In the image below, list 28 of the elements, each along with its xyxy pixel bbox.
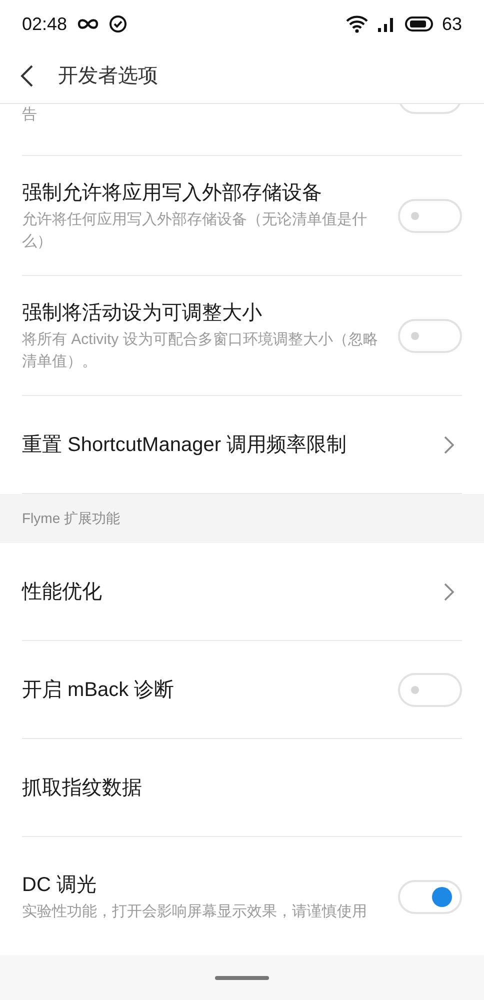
toggle-switch[interactable] bbox=[398, 198, 462, 232]
battery-level: 63 bbox=[442, 12, 462, 36]
section-heading: Flyme 扩展功能 bbox=[22, 509, 120, 528]
toggle-switch[interactable] bbox=[398, 318, 462, 352]
setting-description: 告 bbox=[22, 105, 37, 125]
setting-description: 实验性功能，打开会影响屏幕显示效果，请谨慎使用 bbox=[22, 902, 368, 922]
setting-description: 允许将任何应用写入外部存储设备（无论清单值是什么） bbox=[22, 210, 368, 252]
page-title: 开发者选项 bbox=[58, 64, 158, 88]
setting-title[interactable]: DC 调光 bbox=[22, 870, 382, 898]
signal-icon bbox=[376, 15, 396, 33]
battery-icon bbox=[404, 16, 434, 32]
back-icon[interactable] bbox=[20, 64, 34, 88]
setting-description: 将所有 Activity 设为可配合多窗口环境调整大小（忽略清单值）。 bbox=[22, 330, 379, 372]
infinity-icon bbox=[77, 18, 100, 30]
home-indicator[interactable] bbox=[215, 976, 269, 980]
setting-title[interactable]: 性能优化 bbox=[22, 578, 382, 606]
setting-title[interactable]: 重置 ShortcutManager 调用频率限制 bbox=[22, 430, 382, 458]
setting-title[interactable]: 强制允许将应用写入外部存储设备 bbox=[22, 178, 382, 206]
toggle-switch[interactable] bbox=[398, 672, 462, 706]
toggle-switch[interactable] bbox=[398, 880, 462, 914]
setting-title[interactable]: 抓取指纹数据 bbox=[22, 774, 382, 802]
setting-title[interactable]: 强制将活动设为可调整大小 bbox=[22, 298, 382, 326]
status-time: 02:48 bbox=[22, 12, 68, 36]
setting-title[interactable]: 开启 mBack 诊断 bbox=[22, 676, 382, 704]
chevron-right-icon bbox=[444, 582, 454, 600]
check-circle-icon bbox=[109, 15, 128, 33]
wifi-icon bbox=[346, 15, 368, 33]
chevron-right-icon bbox=[444, 436, 454, 454]
